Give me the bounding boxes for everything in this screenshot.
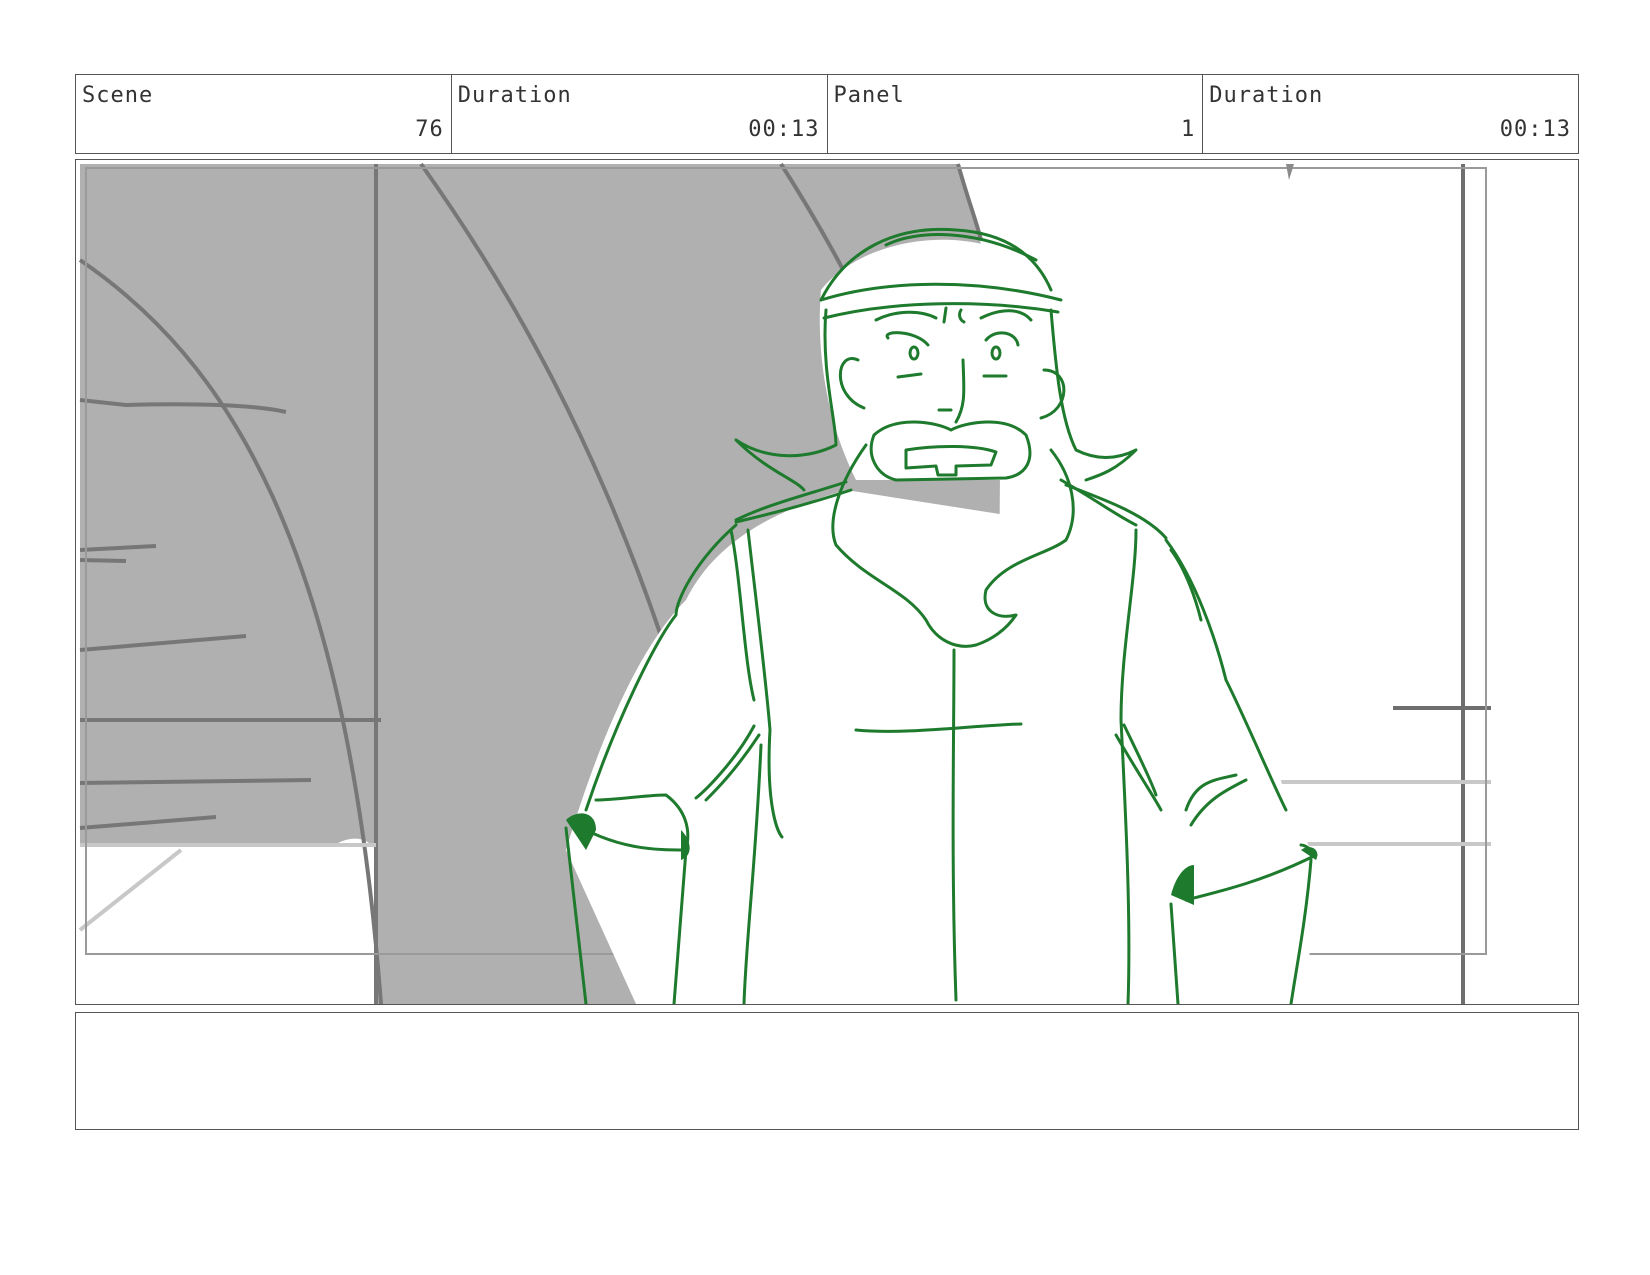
panel-info-header: Scene 76 Duration 00:13 Panel 1 Duration… — [75, 74, 1579, 154]
panel-duration-label: Duration — [1209, 83, 1324, 108]
caption-box — [75, 1012, 1579, 1130]
floor-block — [80, 838, 376, 1004]
scene-duration-label: Duration — [457, 83, 572, 108]
panel-duration-value: 00:13 — [1499, 117, 1571, 142]
scene-cell: Scene 76 — [76, 75, 452, 153]
panel-cell: Panel 1 — [828, 75, 1204, 153]
scene-label: Scene — [82, 83, 154, 108]
scene-duration-cell: Duration 00:13 — [452, 75, 828, 153]
corner-mark — [1286, 164, 1294, 180]
scene-number: 76 — [415, 117, 444, 142]
brow-crease — [942, 306, 948, 324]
storyboard-panel — [75, 159, 1579, 1005]
panel-label: Panel — [833, 83, 905, 108]
scene-duration-value: 00:13 — [748, 117, 820, 142]
panel-sketch — [78, 162, 1491, 1004]
panel-number: 1 — [1181, 117, 1196, 142]
panel-duration-cell: Duration 00:13 — [1203, 75, 1578, 153]
